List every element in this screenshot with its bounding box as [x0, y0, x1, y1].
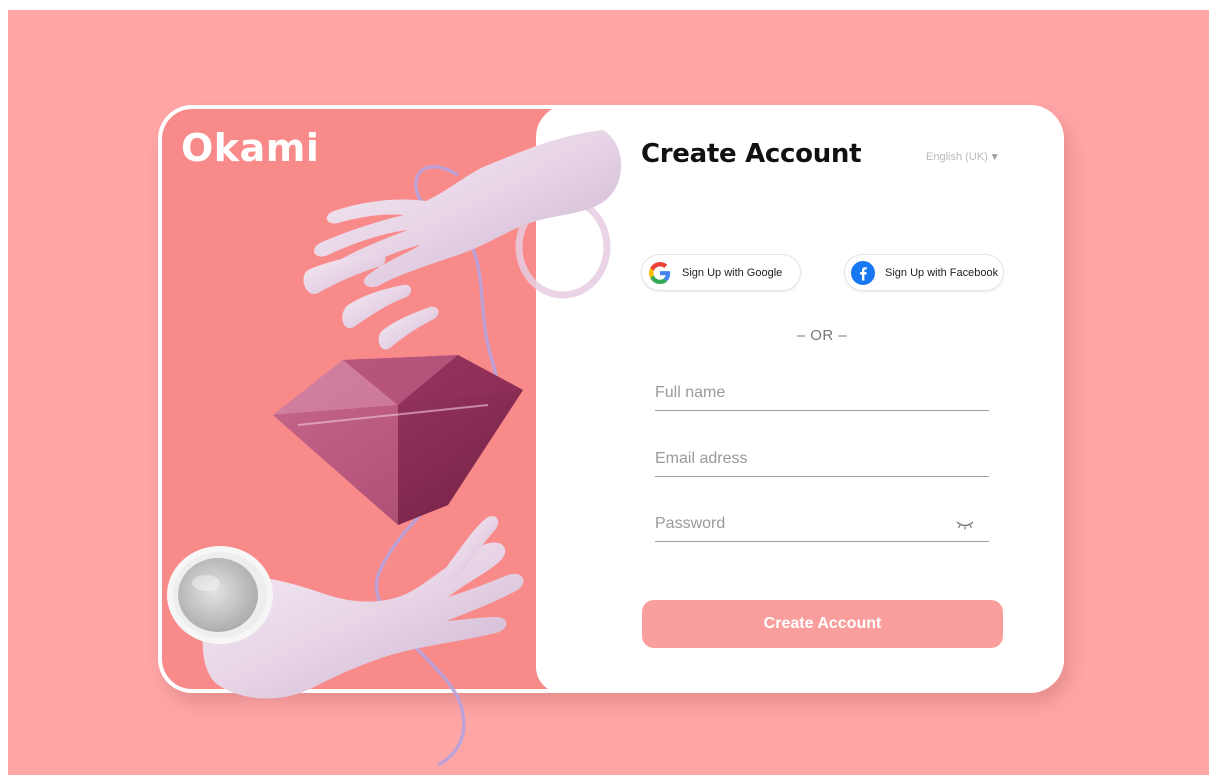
- or-divider: – OR –: [796, 327, 848, 344]
- facebook-signup-label: Sign Up with Facebook: [885, 266, 999, 279]
- language-selector[interactable]: English (UK) ▼: [926, 149, 1000, 165]
- facebook-icon: [851, 260, 875, 285]
- email-input[interactable]: [655, 446, 945, 472]
- hands-diamond-illustration: [167, 130, 622, 767]
- google-icon: [648, 261, 672, 285]
- email-field-wrapper: [655, 446, 989, 477]
- full-name-input[interactable]: [655, 380, 945, 406]
- password-field-wrapper: [655, 511, 989, 542]
- facebook-signup-button[interactable]: Sign Up with Facebook: [844, 254, 1004, 291]
- eye-closed-icon[interactable]: [955, 517, 975, 531]
- caret-down-icon: ▼: [989, 151, 1000, 163]
- google-signup-button[interactable]: Sign Up with Google: [641, 254, 801, 291]
- page-title: Create Account: [641, 139, 862, 169]
- google-signup-label: Sign Up with Google: [682, 266, 783, 279]
- create-account-button[interactable]: Create Account: [642, 600, 1003, 648]
- password-input[interactable]: [655, 511, 945, 537]
- language-label: English (UK): [926, 151, 988, 163]
- brand-logo[interactable]: Okami: [181, 126, 319, 170]
- full-name-field-wrapper: [655, 380, 989, 411]
